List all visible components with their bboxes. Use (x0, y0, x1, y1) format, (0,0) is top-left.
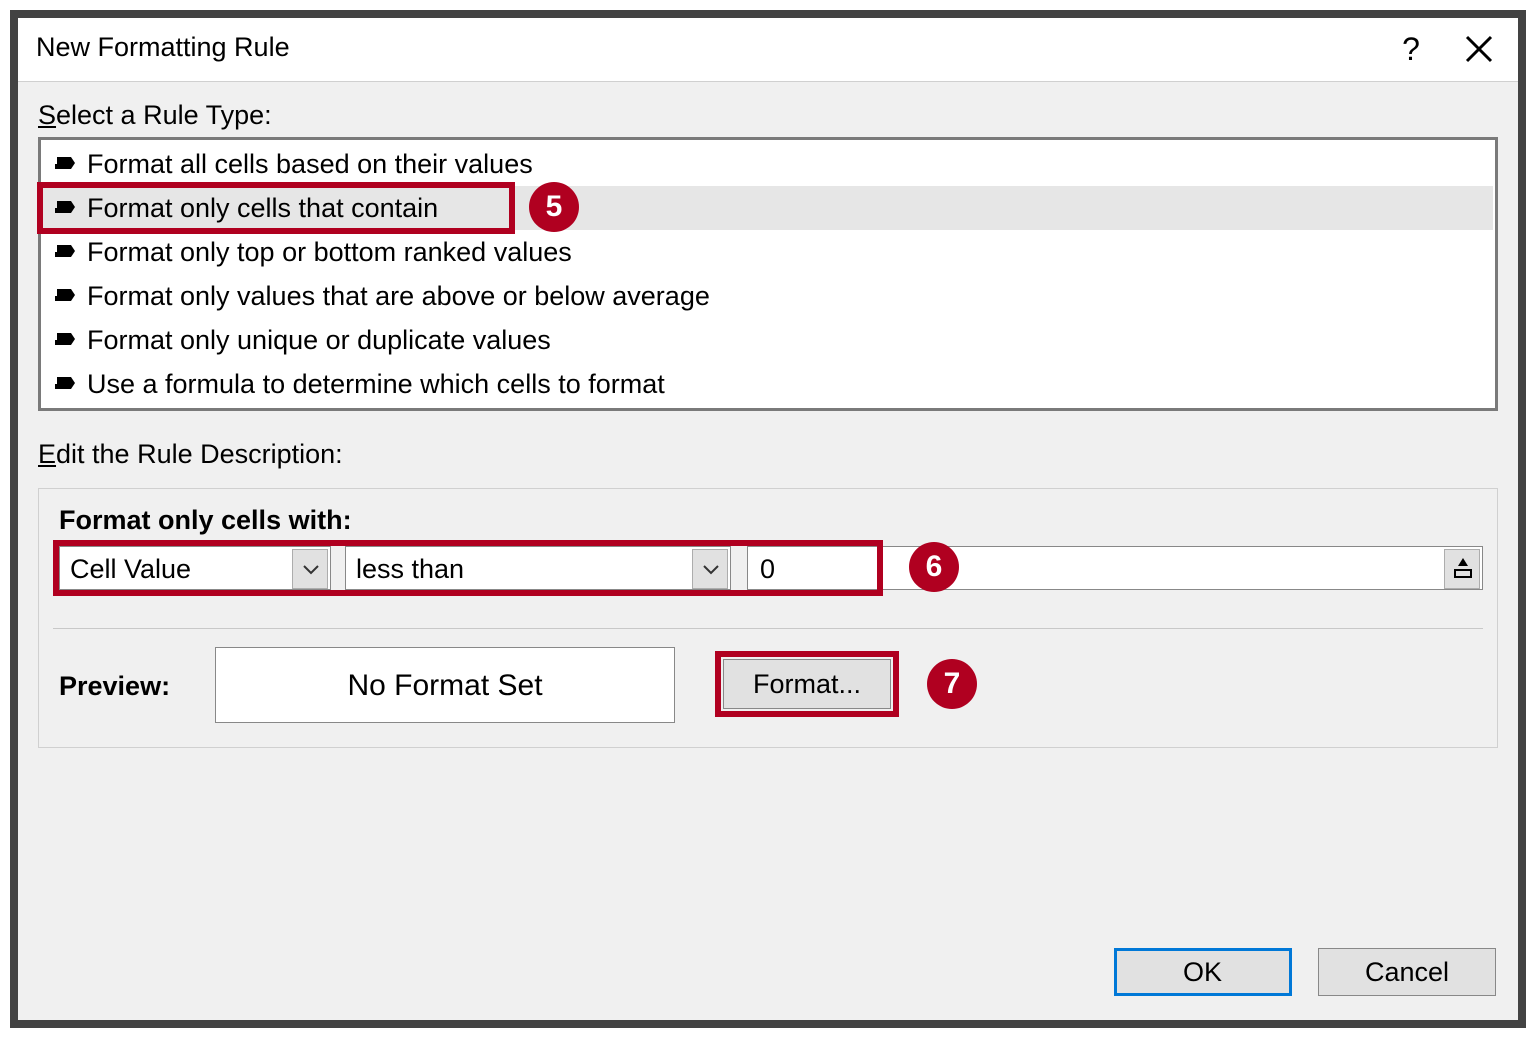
ok-button[interactable]: OK (1114, 948, 1292, 996)
close-button[interactable] (1454, 24, 1504, 74)
edit-rule-description-label: Edit the Rule Description: (38, 439, 1498, 470)
rule-type-item[interactable]: Format only top or bottom ranked values (43, 230, 1493, 274)
format-button[interactable]: Format... (723, 659, 891, 709)
help-button[interactable]: ? (1386, 24, 1436, 74)
annotation-badge: 7 (927, 659, 977, 709)
condition-operator-select[interactable]: less than (345, 546, 731, 590)
flag-icon (55, 375, 75, 391)
preview-row: Preview: No Format Set Format... 7 (53, 647, 1483, 725)
annotation-badge: 6 (909, 542, 959, 592)
condition-value-input[interactable]: 0 (747, 546, 1483, 590)
dialog-title: New Formatting Rule (36, 32, 290, 63)
dialog-buttons: OK Cancel (1114, 948, 1496, 998)
flag-icon (55, 287, 75, 303)
rule-type-item[interactable]: Format only unique or duplicate values (43, 318, 1493, 362)
preview-label: Preview: (59, 671, 170, 702)
rule-type-item[interactable]: Format all cells based on their values (43, 142, 1493, 186)
cancel-button[interactable]: Cancel (1318, 948, 1496, 996)
rule-description-panel: Format only cells with: Cell Value less … (38, 488, 1498, 748)
annotation-badge: 5 (529, 182, 579, 232)
flag-icon (55, 243, 75, 259)
condition-target-select[interactable]: Cell Value (59, 546, 331, 590)
preview-box: No Format Set (215, 647, 675, 723)
chevron-down-icon[interactable] (692, 549, 728, 589)
range-picker-icon[interactable] (1444, 549, 1480, 589)
titlebar: New Formatting Rule ? (18, 18, 1518, 82)
format-only-cells-with-label: Format only cells with: (59, 505, 1483, 536)
select-rule-type-label: Select a Rule Type: (38, 100, 1498, 131)
rule-type-item[interactable]: Use a formula to determine which cells t… (43, 362, 1493, 406)
flag-icon (55, 331, 75, 347)
dialog-new-formatting-rule: New Formatting Rule ? Select a Rule Type… (10, 10, 1526, 1028)
rule-type-item[interactable]: Format only cells that contain (43, 186, 1493, 230)
separator (53, 628, 1483, 629)
chevron-down-icon[interactable] (292, 549, 328, 589)
condition-row: Cell Value less than 0 6 (53, 546, 1483, 602)
rule-type-item[interactable]: Format only values that are above or bel… (43, 274, 1493, 318)
flag-icon (55, 155, 75, 171)
flag-icon (55, 199, 75, 215)
rule-type-listbox[interactable]: Format all cells based on their values F… (38, 137, 1498, 411)
